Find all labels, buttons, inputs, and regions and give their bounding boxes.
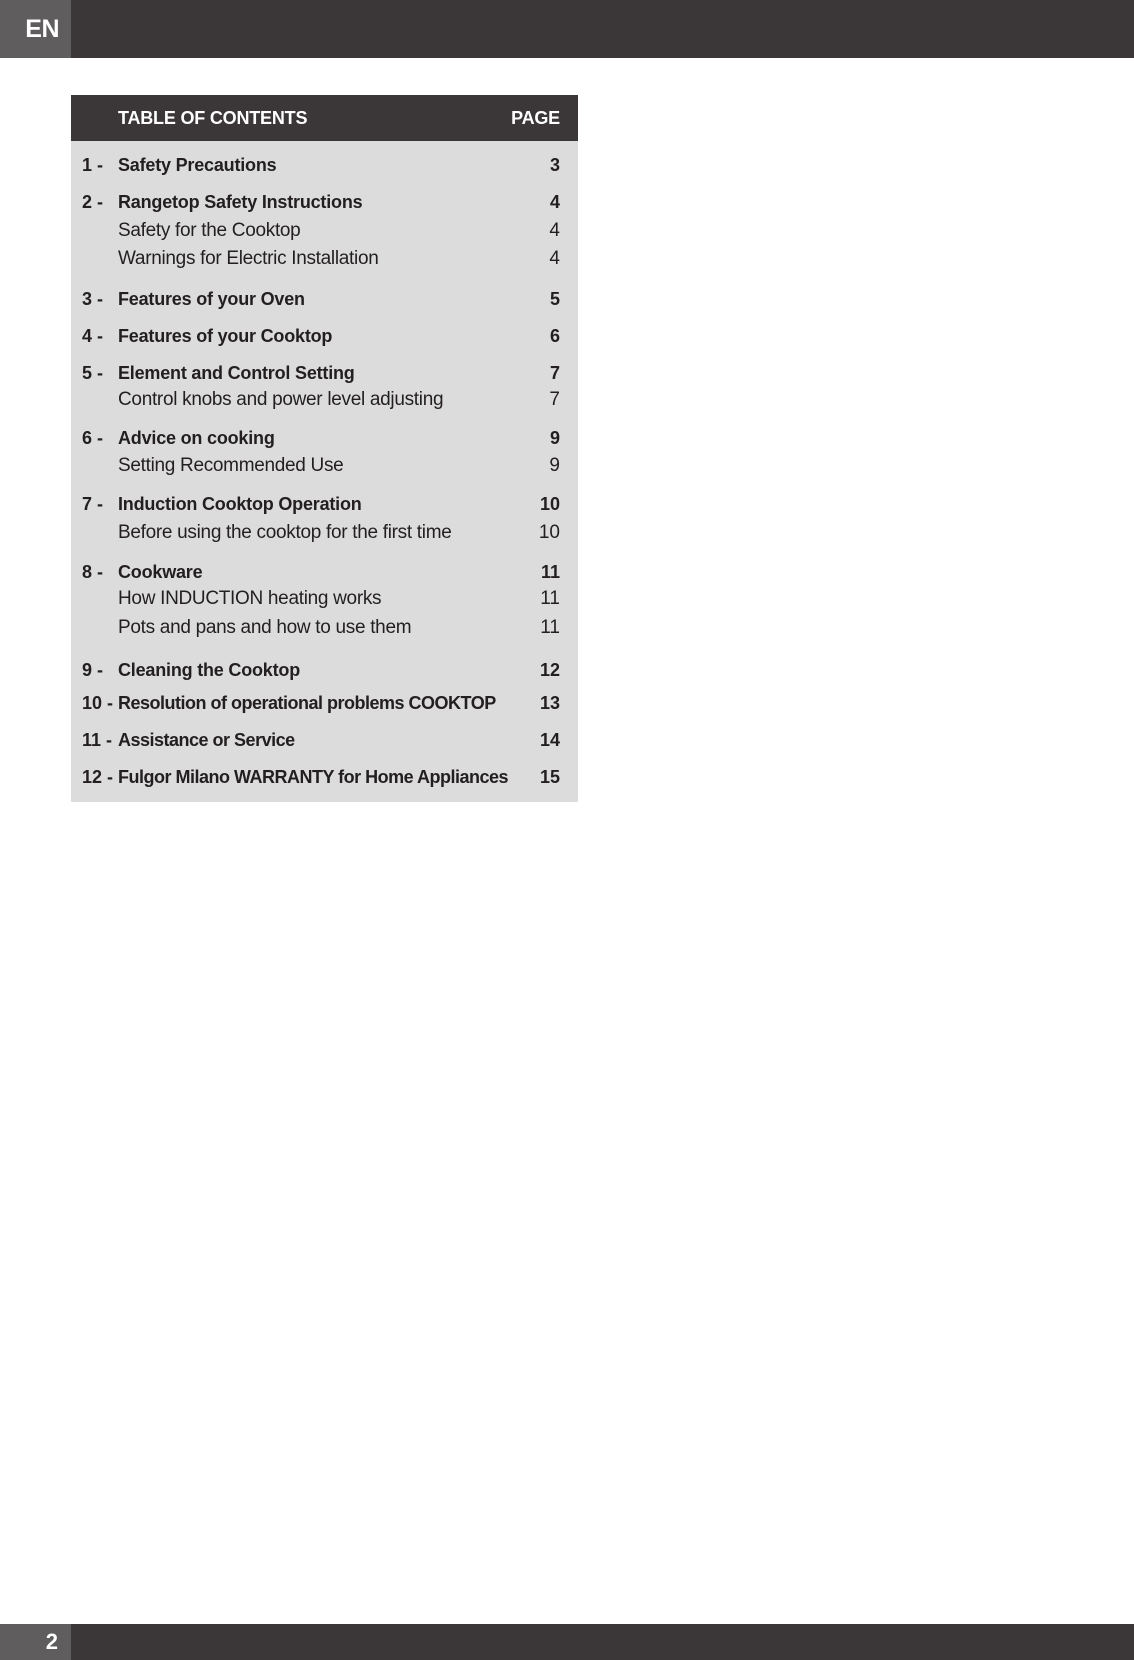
toc-section-entry: 5 - Element and Control Setting 7 xyxy=(71,360,578,386)
toc-entry-page: 10 xyxy=(538,522,560,543)
toc-entry-page: 12 xyxy=(539,660,560,680)
toc-entry-page: 9 xyxy=(549,455,560,476)
toc-entry-page: 6 xyxy=(549,326,560,346)
toc-entry-title: Cleaning the Cooktop xyxy=(118,660,300,680)
toc-entry-page: 4 xyxy=(549,220,560,241)
toc-page-column-label: PAGE xyxy=(511,108,560,128)
toc-entry-number: 2 - xyxy=(82,192,104,212)
toc-entry-page: 5 xyxy=(549,289,560,309)
toc-section-entry: 7 - Induction Cooktop Operation 10 xyxy=(71,491,578,517)
toc-entry-title: Fulgor Milano WARRANTY for Home Applianc… xyxy=(118,767,509,787)
bottom-bar: 2 xyxy=(0,1624,1134,1660)
top-bar: EN xyxy=(0,0,1134,58)
toc-entry-page: 11 xyxy=(540,562,560,582)
toc-entry-title: Before using the cooktop for the first t… xyxy=(118,522,452,543)
toc-entry-title: Safety Precautions xyxy=(118,155,277,175)
toc-header: TABLE OF CONTENTS PAGE xyxy=(71,95,578,141)
toc-entry-page: 14 xyxy=(539,730,560,750)
toc-entry-number: 6 - xyxy=(82,428,104,448)
toc-entry-number: 1 - xyxy=(82,155,104,175)
toc-entry-title: Warnings for Electric Installation xyxy=(118,248,379,269)
toc-entry-number: 12 - xyxy=(82,767,114,787)
toc-entry-page: 11 xyxy=(540,588,560,609)
toc-section-entry: 11 - Assistance or Service 14 xyxy=(71,727,578,753)
toc-subsection-entry: Setting Recommended Use 9 xyxy=(71,453,578,479)
toc-entry-page: 4 xyxy=(549,192,560,212)
toc-entry-title: Induction Cooktop Operation xyxy=(118,494,362,514)
toc-section-entry: 4 - Features of your Cooktop 6 xyxy=(71,323,578,349)
toc-entry-title: Safety for the Cooktop xyxy=(118,220,301,241)
toc-entry-page: 11 xyxy=(540,617,560,638)
toc-entry-page: 3 xyxy=(549,155,560,175)
toc-section-entry: 6 - Advice on cooking 9 xyxy=(71,425,578,451)
toc-subsection-entry: Control knobs and power level adjusting 7 xyxy=(71,387,578,413)
toc-subsection-entry: Pots and pans and how to use them 11 xyxy=(71,615,578,641)
toc-entry-title: Assistance or Service xyxy=(118,730,295,750)
toc-entry-number: 5 - xyxy=(82,363,104,383)
language-tab: EN xyxy=(0,0,71,58)
toc-entry-title: Pots and pans and how to use them xyxy=(118,617,412,638)
toc-entry-title: Resolution of operational problems COOKT… xyxy=(118,693,496,713)
toc-subsection-entry: Safety for the Cooktop 4 xyxy=(71,218,578,244)
toc-entry-number: 9 - xyxy=(82,660,104,680)
toc-entry-page: 10 xyxy=(539,494,560,514)
toc-section-entry: 12 - Fulgor Milano WARRANTY for Home Appl… xyxy=(71,764,578,790)
table-of-contents: TABLE OF CONTENTS PAGE 1 - Safety Precaut… xyxy=(71,95,578,802)
toc-subsection-entry: Warnings for Electric Installation 4 xyxy=(71,246,578,272)
toc-subsection-entry: Before using the cooktop for the first t… xyxy=(71,520,578,546)
toc-entry-page: 7 xyxy=(549,363,560,383)
toc-entry-title: Features of your Oven xyxy=(118,289,305,309)
toc-entry-title: How INDUCTION heating works xyxy=(118,588,382,609)
toc-entry-title: Advice on cooking xyxy=(118,428,275,448)
toc-entry-title: Rangetop Safety Instructions xyxy=(118,192,363,212)
toc-entry-title: Element and Control Setting xyxy=(118,363,355,383)
toc-entry-number: 4 - xyxy=(82,326,104,346)
toc-entry-page: 13 xyxy=(539,693,560,713)
toc-entry-number: 3 - xyxy=(82,289,104,309)
toc-section-entry: 2 - Rangetop Safety Instructions 4 xyxy=(71,189,578,215)
toc-section-entry: 9 - Cleaning the Cooktop 12 xyxy=(71,657,578,683)
toc-entry-title: Features of your Cooktop xyxy=(118,326,333,346)
toc-entry-number: 7 - xyxy=(82,494,104,514)
toc-section-entry: 1 - Safety Precautions 3 xyxy=(71,152,578,178)
toc-entry-number: 10 - xyxy=(82,693,114,713)
toc-subsection-entry: How INDUCTION heating works 11 xyxy=(71,586,578,612)
toc-entry-number: 8 - xyxy=(82,562,104,582)
toc-entry-title: Cookware xyxy=(118,562,203,582)
toc-section-entry: 10 - Resolution of operational problems C… xyxy=(71,690,578,716)
toc-entry-title: Setting Recommended Use xyxy=(118,455,344,476)
toc-entry-page: 15 xyxy=(539,767,560,787)
page-number: 2 xyxy=(0,1624,71,1660)
toc-entry-page: 9 xyxy=(549,428,560,448)
toc-entry-title: Control knobs and power level adjusting xyxy=(118,389,444,410)
toc-section-entry: 3 - Features of your Oven 5 xyxy=(71,286,578,312)
toc-section-entry: 8 - Cookware 11 xyxy=(71,559,578,585)
toc-entry-page: 7 xyxy=(549,389,560,410)
toc-entry-page: 4 xyxy=(549,248,560,269)
toc-title: TABLE OF CONTENTS xyxy=(118,108,308,128)
toc-entry-number: 11 - xyxy=(82,730,113,750)
